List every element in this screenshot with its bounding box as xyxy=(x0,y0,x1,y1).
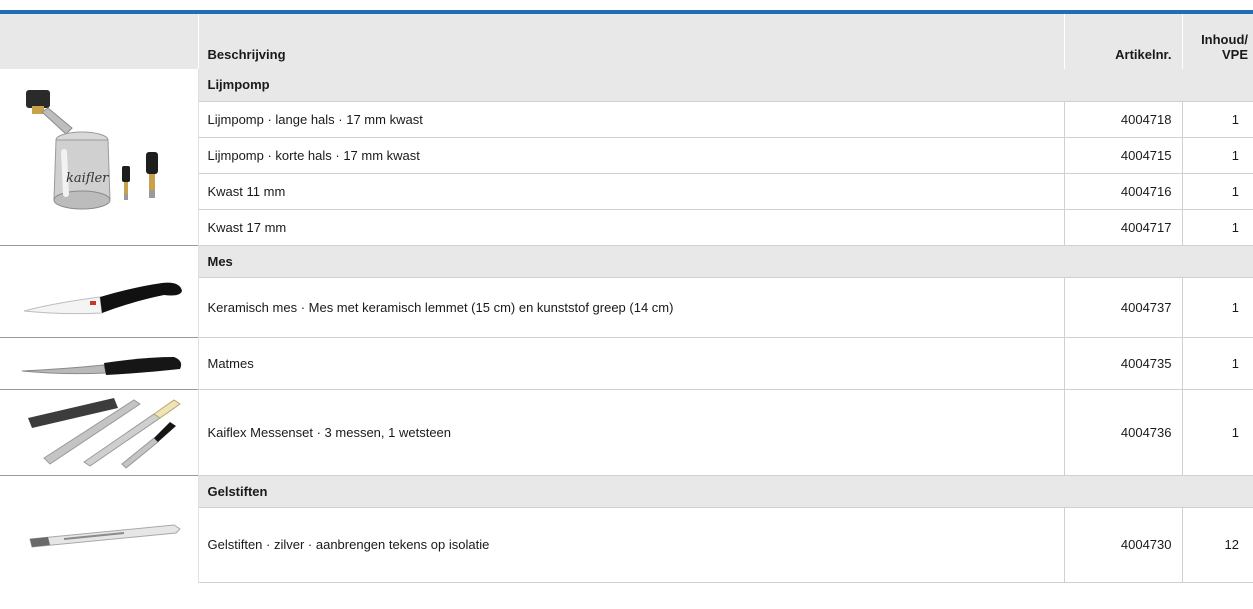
header-contents-line1: Inhoud/ xyxy=(1201,32,1248,47)
ceramic-knife-illustration xyxy=(23,282,182,315)
item-quantity: 1 xyxy=(1182,277,1253,338)
item-quantity: 1 xyxy=(1182,101,1253,138)
item-article-number: 4004730 xyxy=(1064,507,1183,583)
header-article-number: Artikelnr. xyxy=(1064,14,1183,69)
ceramic-knife-image xyxy=(0,244,199,337)
product-table: Beschrijving Artikelnr. Inhoud/VPE kaifl… xyxy=(0,14,1253,583)
item-article-number: 4004715 xyxy=(1064,137,1183,174)
item-article-number: 4004737 xyxy=(1064,277,1183,338)
table-header-row: Beschrijving Artikelnr. Inhoud/VPE xyxy=(0,14,1253,69)
item-quantity: 1 xyxy=(1182,389,1253,476)
header-description: Beschrijving xyxy=(198,14,1065,69)
glue-pump-illustration: kaifler xyxy=(25,89,158,210)
item-description: Matmes xyxy=(198,337,1065,390)
knife-set-image xyxy=(0,388,199,475)
item-description: Kwast 17 mm xyxy=(198,209,1065,246)
matting-knife-image xyxy=(0,336,199,389)
image-logo-text: kaifler xyxy=(66,171,109,186)
item-description: Kaiflex Messenset · 3 messen, 1 wetsteen xyxy=(198,389,1065,476)
gel-pen-illustration xyxy=(29,524,181,548)
item-quantity: 1 xyxy=(1182,209,1253,246)
item-article-number: 4004716 xyxy=(1064,173,1183,210)
header-image-cell xyxy=(0,14,199,69)
item-quantity: 1 xyxy=(1182,137,1253,174)
header-contents-line2: VPE xyxy=(1221,47,1248,62)
knife-set-illustration xyxy=(27,398,181,469)
item-article-number: 4004735 xyxy=(1064,337,1183,390)
item-article-number: 4004736 xyxy=(1064,389,1183,476)
item-quantity: 1 xyxy=(1182,337,1253,390)
item-description: Gelstiften · zilver · aanbrengen tekens … xyxy=(198,507,1065,583)
group-row-knife: Mes xyxy=(0,244,1253,337)
glue-pump-image: kaifler xyxy=(0,69,199,245)
group-row-glue-pump: kaifler Lijmpomp xyxy=(0,69,1253,245)
gel-pen-image xyxy=(0,474,199,582)
group-title-glue-pump: Lijmpomp xyxy=(198,69,1253,102)
group-row-gel-pens: Gelstiften xyxy=(0,474,1253,582)
item-quantity: 12 xyxy=(1182,507,1253,583)
item-description: Lijmpomp · lange hals · 17 mm kwast xyxy=(198,101,1065,138)
item-quantity: 1 xyxy=(1182,173,1253,210)
table-row: Matmes 4004735 1 xyxy=(0,336,1253,390)
item-description: Lijmpomp · korte hals · 17 mm kwast xyxy=(198,137,1065,174)
matting-knife-illustration xyxy=(21,357,181,375)
item-article-number: 4004717 xyxy=(1064,209,1183,246)
group-title-knife: Mes xyxy=(198,245,1253,278)
item-description: Keramisch mes · Mes met keramisch lemmet… xyxy=(198,277,1065,338)
header-contents: Inhoud/VPE xyxy=(1182,14,1253,69)
group-title-gel-pens: Gelstiften xyxy=(198,475,1253,508)
table-row: Kaiflex Messenset · 3 messen, 1 wetsteen… xyxy=(0,388,1253,476)
item-article-number: 4004718 xyxy=(1064,101,1183,138)
item-description: Kwast 11 mm xyxy=(198,173,1065,210)
